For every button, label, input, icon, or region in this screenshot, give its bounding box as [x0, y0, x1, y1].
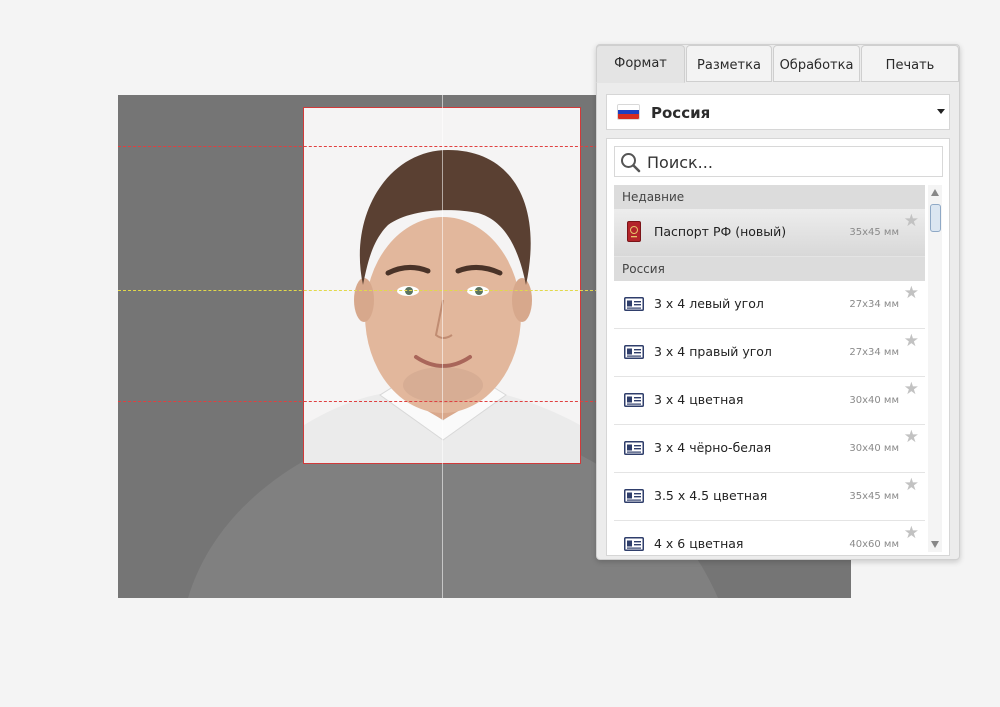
eye-guide-line[interactable] — [118, 290, 598, 291]
country-label: Россия — [651, 104, 711, 122]
chevron-down-icon[interactable] — [937, 109, 945, 114]
list-item-size: 27x34 мм — [849, 299, 899, 310]
format-list-box: Поиск... Недавние Паспорт РФ (новый) 35x… — [606, 138, 950, 556]
section-header-country: Россия — [614, 257, 925, 281]
id-card-icon — [624, 489, 644, 503]
search-placeholder: Поиск... — [647, 153, 713, 172]
panel-tabs: Формат Разметка Обработка Печать — [596, 45, 959, 83]
scroll-down-icon[interactable] — [931, 541, 939, 548]
list-item[interactable]: 3 x 4 правый угол 27x34 мм ★ — [614, 329, 925, 377]
list-item-size: 27x34 мм — [849, 347, 899, 358]
passport-icon — [627, 221, 641, 242]
star-icon[interactable]: ★ — [904, 333, 919, 350]
list-item-label: 3.5 x 4.5 цветная — [654, 488, 768, 503]
list-item-size: 30x40 мм — [849, 395, 899, 406]
russia-flag-icon — [617, 104, 640, 120]
star-icon[interactable]: ★ — [904, 213, 919, 230]
list-item[interactable]: 3 x 4 цветная 30x40 мм ★ — [614, 377, 925, 425]
list-item-label: 4 x 6 цветная — [654, 536, 744, 551]
star-icon[interactable]: ★ — [904, 285, 919, 302]
format-panel: Формат Разметка Обработка Печать Россия … — [596, 44, 960, 560]
star-icon[interactable]: ★ — [904, 477, 919, 494]
list-item-size: 40x60 мм — [849, 539, 899, 550]
tab-print[interactable]: Печать — [861, 45, 959, 82]
list-item-label: 3 x 4 правый угол — [654, 344, 772, 359]
tab-processing[interactable]: Обработка — [773, 45, 860, 82]
scroll-thumb[interactable] — [930, 204, 941, 232]
list-item[interactable]: Паспорт РФ (новый) 35x45 мм ★ — [614, 209, 925, 257]
country-dropdown[interactable]: Россия — [606, 94, 950, 130]
top-guide-line[interactable] — [118, 146, 598, 147]
list-item-label: 3 x 4 цветная — [654, 392, 744, 407]
list-item[interactable]: 4 x 6 цветная 40x60 мм ★ — [614, 521, 925, 552]
id-card-icon — [624, 297, 644, 311]
star-icon[interactable]: ★ — [904, 525, 919, 542]
list-item[interactable]: 3 x 4 чёрно-белая 30x40 мм ★ — [614, 425, 925, 473]
list-item-label: Паспорт РФ (новый) — [654, 224, 787, 239]
id-card-icon — [624, 345, 644, 359]
center-guide-line[interactable] — [442, 95, 443, 598]
list-item-size: 35x45 мм — [849, 491, 899, 502]
list-item-label: 3 x 4 чёрно-белая — [654, 440, 772, 455]
list-scrollbar[interactable] — [928, 185, 942, 552]
search-input[interactable]: Поиск... — [614, 146, 943, 177]
tab-layout[interactable]: Разметка — [686, 45, 772, 82]
star-icon[interactable]: ★ — [904, 381, 919, 398]
id-card-icon — [624, 441, 644, 455]
list-item[interactable]: 3 x 4 левый угол 27x34 мм ★ — [614, 281, 925, 329]
chin-guide-line[interactable] — [118, 401, 598, 402]
scroll-up-icon[interactable] — [931, 189, 939, 196]
id-card-icon — [624, 537, 644, 551]
id-card-icon — [624, 393, 644, 407]
star-icon[interactable]: ★ — [904, 429, 919, 446]
list-item[interactable]: 3.5 x 4.5 цветная 35x45 мм ★ — [614, 473, 925, 521]
tab-format[interactable]: Формат — [596, 45, 685, 83]
format-list: Недавние Паспорт РФ (новый) 35x45 мм ★ Р… — [614, 185, 925, 552]
list-item-label: 3 x 4 левый угол — [654, 296, 764, 311]
section-header-recent: Недавние — [614, 185, 925, 209]
list-item-size: 30x40 мм — [849, 443, 899, 454]
search-icon — [621, 153, 641, 173]
list-item-size: 35x45 мм — [849, 227, 899, 238]
